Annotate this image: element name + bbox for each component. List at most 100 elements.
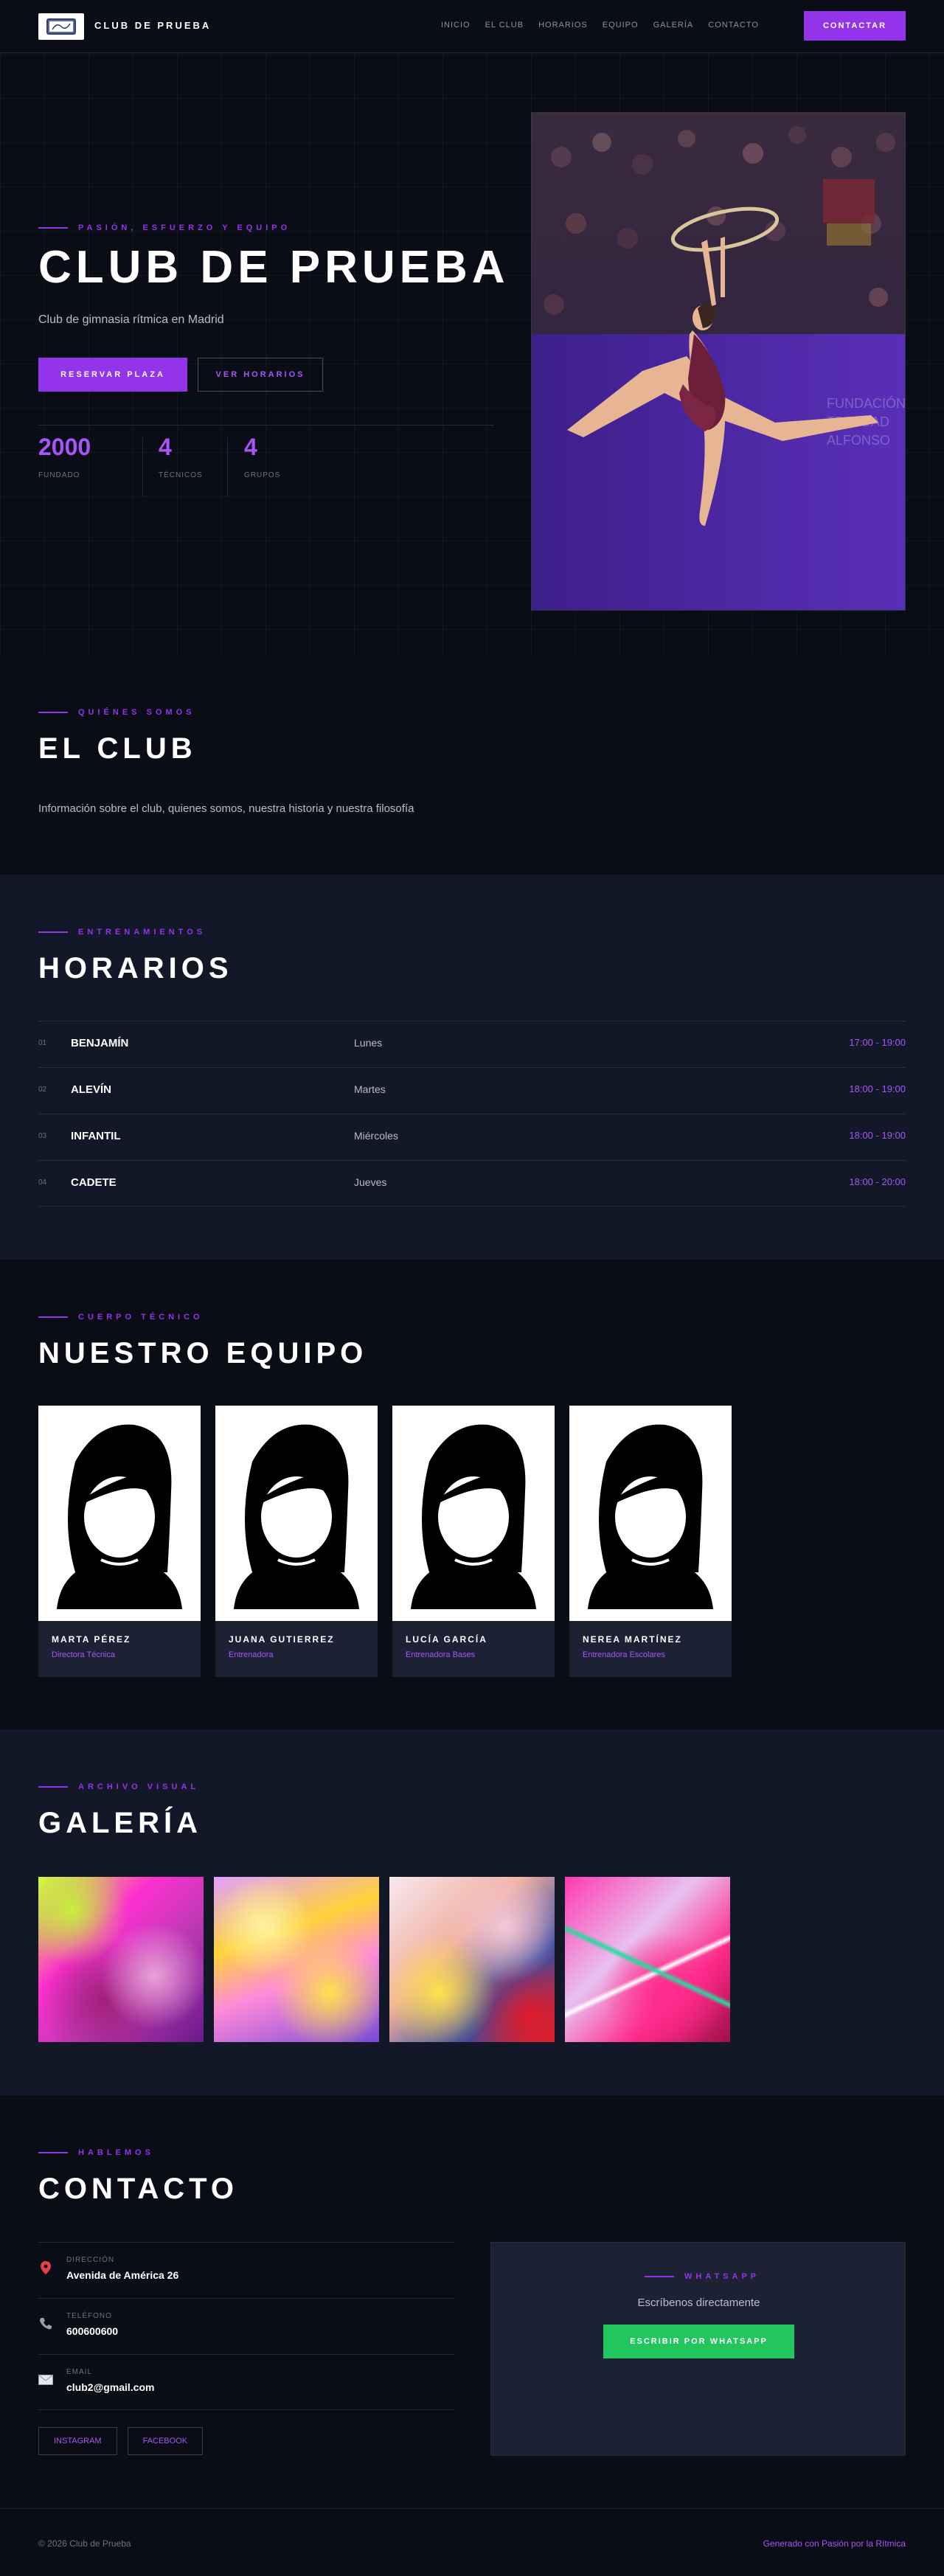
member-role: Entrenadora Bases [406, 1650, 476, 1659]
member-name: MARTA PÉREZ [52, 1634, 131, 1645]
row-index: 01 [38, 1039, 47, 1047]
hero-gymnast-photo: FUNDACIÓN TRINIDAD ALFONSO [531, 112, 906, 611]
schedule-table: 01 BENJAMÍN Lunes 17:00 - 19:00 02 ALEVÍ… [38, 1021, 906, 1207]
contact-label: DIRECCIÓN [66, 2256, 115, 2264]
instagram-button[interactable]: INSTAGRAM [38, 2427, 117, 2455]
contact-value[interactable]: 600600600 [66, 2325, 118, 2337]
member-role: Entrenadora [229, 1650, 274, 1659]
weekday: Martes [354, 1083, 386, 1095]
main-menu: INICIO EL CLUB HORARIOS EQUIPO GALERÍA C… [441, 21, 759, 29]
gallery-grid [38, 1877, 730, 2042]
reserve-button[interactable]: RESERVAR PLAZA [38, 358, 187, 392]
phone-icon [38, 2316, 53, 2331]
schedule-title: HORARIOS [38, 952, 233, 985]
gallery-image[interactable] [38, 1877, 204, 2042]
team-card[interactable]: NEREA MARTÍNEZ Entrenadora Escolares [569, 1406, 732, 1677]
view-schedule-button[interactable]: VER HORARIOS [198, 358, 323, 392]
gallery-eyebrow-text: ARCHIVO VISUAL [78, 1782, 200, 1791]
hero-section: PASIÓN, ESFUERZO Y EQUIPO CLUB DE PRUEBA… [0, 54, 944, 655]
stat-value: 2000 [38, 434, 91, 460]
group-name: CADETE [71, 1176, 117, 1189]
club-eyebrow-text: QUIÉNES SOMOS [78, 708, 195, 717]
contact-phone: TELÉFONO 600600600 [38, 2298, 455, 2354]
club-description: Información sobre el club, quienes somos… [38, 802, 414, 815]
social-links: INSTAGRAM FACEBOOK [38, 2427, 204, 2455]
weekday: Lunes [354, 1037, 383, 1049]
stat-value: 4 [159, 434, 172, 460]
schedule-row: 02 ALEVÍN Martes 18:00 - 19:00 [38, 1067, 906, 1114]
contact-section: HABLEMOS CONTACTO DIRECCIÓN Avenida de A… [0, 2095, 944, 2508]
row-index: 03 [38, 1132, 47, 1140]
club-eyebrow: QUIÉNES SOMOS [38, 708, 195, 717]
stat-separator [227, 437, 228, 496]
schedule-row: 01 BENJAMÍN Lunes 17:00 - 19:00 [38, 1021, 906, 1067]
gallery-image[interactable] [565, 1877, 730, 2042]
team-title: NUESTRO EQUIPO [38, 1337, 368, 1369]
row-index: 04 [38, 1178, 47, 1187]
nav-link-inicio[interactable]: INICIO [441, 21, 471, 29]
contact-button[interactable]: CONTACTAR [804, 11, 906, 41]
nav-link-contacto[interactable]: CONTACTO [708, 21, 759, 29]
nav-link-galeria[interactable]: GALERÍA [653, 21, 694, 29]
whatsapp-text: Escríbenos directamente [637, 2296, 760, 2309]
page: CLUB DE PRUEBA INICIO EL CLUB HORARIOS E… [0, 0, 944, 2576]
avatar-placeholder-icon [38, 1406, 201, 1621]
gallery-section: ARCHIVO VISUAL GALERÍA [0, 1729, 944, 2095]
eyebrow-line [38, 712, 68, 713]
row-index: 02 [38, 1086, 47, 1094]
group-name: BENJAMÍN [71, 1037, 129, 1049]
schedule-eyebrow: ENTRENAMIENTOS [38, 928, 206, 937]
nav-link-horarios[interactable]: HORARIOS [538, 21, 588, 29]
team-section: CUERPO TÉCNICO NUESTRO EQUIPO MARTA PÉRE… [0, 1260, 944, 1729]
contact-title: CONTACTO [38, 2173, 238, 2205]
nav-link-el-club[interactable]: EL CLUB [485, 21, 524, 29]
hero-eyebrow: PASIÓN, ESFUERZO Y EQUIPO [38, 223, 291, 232]
avatar-placeholder-icon [569, 1406, 732, 1621]
stat-label: FUNDADO [38, 471, 80, 479]
time-range: 18:00 - 20:00 [849, 1176, 906, 1187]
contact-eyebrow: HABLEMOS [38, 2148, 154, 2157]
gallery-image[interactable] [214, 1877, 379, 2042]
svg-text:FUNDACIÓN: FUNDACIÓN [827, 395, 906, 411]
eyebrow-line [38, 931, 68, 933]
contact-eyebrow-text: HABLEMOS [78, 2148, 154, 2157]
time-range: 17:00 - 19:00 [849, 1037, 906, 1048]
group-name: ALEVÍN [71, 1083, 112, 1096]
hero-eyebrow-text: PASIÓN, ESFUERZO Y EQUIPO [78, 223, 291, 232]
time-range: 18:00 - 19:00 [849, 1083, 906, 1094]
stat-label: TÉCNICOS [159, 471, 203, 479]
map-pin-icon [38, 2260, 53, 2275]
brand-name[interactable]: CLUB DE PRUEBA [94, 20, 211, 31]
contact-email: EMAIL club2@gmail.com [38, 2354, 455, 2410]
club-logo[interactable] [38, 13, 84, 40]
hero-title: CLUB DE PRUEBA [38, 242, 510, 293]
member-role: Directora Técnica [52, 1650, 115, 1659]
schedule-row: 03 INFANTIL Miércoles 18:00 - 19:00 [38, 1114, 906, 1160]
mail-icon [38, 2372, 53, 2387]
nav-link-equipo[interactable]: EQUIPO [603, 21, 639, 29]
member-role: Entrenadora Escolares [583, 1650, 665, 1659]
eyebrow-line [38, 1786, 68, 1788]
gallery-image[interactable] [389, 1877, 555, 2042]
contact-value: Avenida de América 26 [66, 2269, 179, 2281]
stats-divider [38, 425, 494, 426]
footer: © 2026 Club de Prueba Generado con Pasió… [0, 2508, 944, 2576]
whatsapp-button[interactable]: ESCRIBIR POR WHATSAPP [603, 2325, 794, 2358]
weekday: Jueves [354, 1176, 387, 1188]
team-card[interactable]: LUCÍA GARCÍA Entrenadora Bases [392, 1406, 555, 1677]
logo-mark-icon [46, 18, 76, 35]
whatsapp-eyebrow: WHATSAPP [645, 2272, 760, 2281]
team-cards: MARTA PÉREZ Directora Técnica JUANA GUTI… [38, 1406, 732, 1677]
schedule-row: 04 CADETE Jueves 18:00 - 20:00 [38, 1160, 906, 1207]
eyebrow-line [645, 2276, 674, 2277]
time-range: 18:00 - 19:00 [849, 1130, 906, 1141]
team-card[interactable]: MARTA PÉREZ Directora Técnica [38, 1406, 201, 1677]
team-card[interactable]: JUANA GUTIERREZ Entrenadora [215, 1406, 378, 1677]
footer-credit: Generado con Pasión por la Rítmica [763, 2538, 906, 2549]
svg-text:ALFONSO: ALFONSO [827, 433, 890, 448]
top-navbar: CLUB DE PRUEBA INICIO EL CLUB HORARIOS E… [0, 0, 944, 53]
contact-address: DIRECCIÓN Avenida de América 26 [38, 2242, 455, 2298]
contact-value[interactable]: club2@gmail.com [66, 2381, 154, 2393]
facebook-button[interactable]: FACEBOOK [127, 2427, 204, 2455]
member-name: JUANA GUTIERREZ [229, 1634, 335, 1645]
